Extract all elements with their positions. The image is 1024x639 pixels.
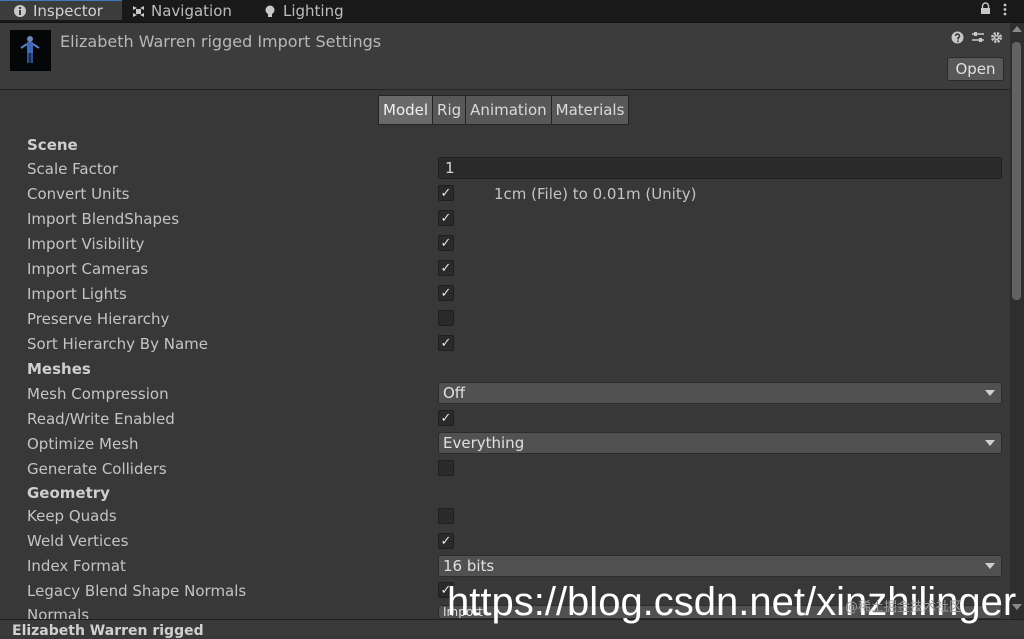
gear-icon[interactable] [990, 31, 1003, 44]
optimize-mesh-label: Optimize Mesh [27, 435, 139, 453]
checkmark-icon: ✓ [440, 211, 452, 226]
sort-hierarchy-checkbox[interactable]: ✓ [438, 335, 454, 351]
checkmark-icon: ✓ [440, 336, 452, 351]
inspector-header: Elizabeth Warren rigged Import Settings … [0, 23, 1010, 90]
chevron-down-icon [985, 440, 995, 446]
tab-navigation[interactable]: Navigation [132, 0, 232, 22]
tab-inspector[interactable]: Inspector [0, 0, 122, 20]
checkmark-icon: ✓ [440, 411, 452, 426]
help-icon[interactable] [951, 31, 964, 44]
sort-hierarchy-label: Sort Hierarchy By Name [27, 335, 208, 353]
lightbulb-icon [264, 5, 276, 17]
dropdown-value: Off [443, 384, 466, 402]
checkmark-icon: ✓ [440, 186, 452, 201]
model-thumbnail [10, 30, 51, 71]
generate-colliders-label: Generate Colliders [27, 460, 167, 478]
preset-sliders-icon[interactable] [971, 31, 985, 44]
section-scene-heading: Scene [27, 136, 78, 154]
import-cameras-checkbox[interactable]: ✓ [438, 260, 454, 276]
convert-units-label: Convert Units [27, 185, 130, 203]
scale-factor-input[interactable]: 1 [438, 157, 1002, 179]
lock-icon[interactable] [980, 2, 991, 15]
read-write-checkbox[interactable]: ✓ [438, 410, 454, 426]
index-format-label: Index Format [27, 557, 126, 575]
import-visibility-label: Import Visibility [27, 235, 145, 253]
checkmark-icon: ✓ [440, 236, 452, 251]
section-geometry-heading: Geometry [27, 484, 110, 502]
preview-title: Elizabeth Warren rigged [12, 623, 204, 639]
preserve-hierarchy-label: Preserve Hierarchy [27, 310, 170, 328]
tab-label: Navigation [151, 2, 232, 20]
tab-animation[interactable]: Animation [465, 95, 552, 125]
open-button[interactable]: Open [947, 57, 1004, 81]
scroll-up-arrow-icon[interactable] [1012, 26, 1022, 32]
import-cameras-label: Import Cameras [27, 260, 149, 278]
info-icon [14, 4, 26, 17]
editor-tab-bar: Inspector Navigation Lighting [0, 0, 1024, 23]
convert-units-checkbox[interactable]: ✓ [438, 185, 454, 201]
navigation-icon [132, 5, 144, 17]
generate-colliders-checkbox[interactable] [438, 460, 454, 476]
checkmark-icon: ✓ [440, 534, 452, 549]
tab-materials[interactable]: Materials [550, 95, 630, 125]
convert-units-note: 1cm (File) to 0.01m (Unity) [494, 185, 697, 203]
import-visibility-checkbox[interactable]: ✓ [438, 235, 454, 251]
preserve-hierarchy-checkbox[interactable] [438, 310, 454, 326]
tab-lighting[interactable]: Lighting [264, 0, 344, 22]
checkmark-icon: ✓ [440, 286, 452, 301]
import-settings-tabs: Model Rig Animation Materials [378, 95, 630, 125]
tab-label: Inspector [33, 1, 103, 20]
keep-quads-label: Keep Quads [27, 507, 117, 525]
index-format-dropdown[interactable]: 16 bits [438, 555, 1002, 577]
dropdown-value: Everything [443, 434, 525, 452]
scrollbar-thumb[interactable] [1012, 42, 1021, 300]
mesh-compression-dropdown[interactable]: Off [438, 382, 1002, 404]
kebab-menu-icon[interactable] [1003, 3, 1007, 16]
mesh-compression-label: Mesh Compression [27, 385, 169, 403]
dropdown-value: 16 bits [443, 557, 495, 575]
import-lights-label: Import Lights [27, 285, 127, 303]
tab-label: Lighting [283, 2, 344, 20]
scale-factor-label: Scale Factor [27, 160, 119, 178]
keep-quads-checkbox[interactable] [438, 508, 454, 524]
checkmark-icon: ✓ [440, 261, 452, 276]
import-blendshapes-checkbox[interactable]: ✓ [438, 210, 454, 226]
weld-vertices-checkbox[interactable]: ✓ [438, 533, 454, 549]
chevron-down-icon [985, 390, 995, 396]
tab-model[interactable]: Model [378, 95, 434, 125]
section-meshes-heading: Meshes [27, 360, 91, 378]
tab-rig[interactable]: Rig [432, 95, 467, 125]
weld-vertices-label: Weld Vertices [27, 532, 129, 550]
chevron-down-icon [985, 563, 995, 569]
watermark-small-text: @稀土掘金技术社区 [845, 600, 963, 615]
read-write-label: Read/Write Enabled [27, 410, 175, 428]
import-blendshapes-label: Import BlendShapes [27, 210, 180, 228]
inspector-title: Elizabeth Warren rigged Import Settings [60, 32, 382, 51]
legacy-blend-label: Legacy Blend Shape Normals [27, 582, 247, 600]
optimize-mesh-dropdown[interactable]: Everything [438, 432, 1002, 454]
import-lights-checkbox[interactable]: ✓ [438, 285, 454, 301]
